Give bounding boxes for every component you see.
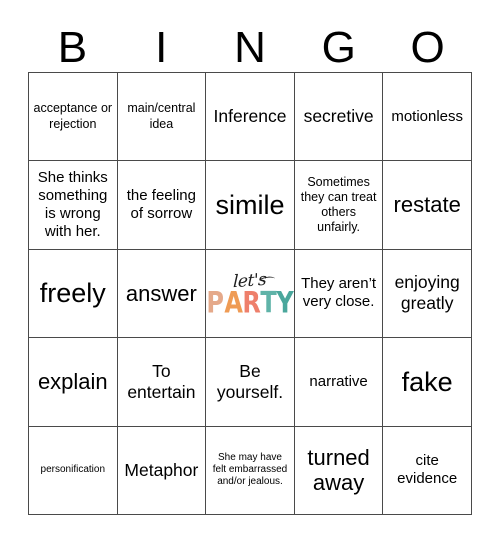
bingo-cell-label: narrative <box>309 372 368 390</box>
bingo-cell-label: She may have felt embarrassed and/or jea… <box>212 452 288 488</box>
bingo-cell-label: explain <box>37 369 108 395</box>
bingo-cell-o1[interactable]: motionless <box>383 73 472 162</box>
bingo-header-letter-n: N <box>234 23 266 72</box>
lets-party-art: let's P A R T Y <box>207 265 294 321</box>
bingo-header: B I N G O <box>28 18 472 72</box>
bingo-cell-label: freely <box>39 278 106 309</box>
bingo-cell-label: enjoying greatly <box>394 272 460 314</box>
party-letter-y: Y <box>276 284 294 320</box>
party-word-text: PARTY <box>206 284 294 320</box>
bingo-cell-label: main/central idea <box>127 101 196 131</box>
bingo-cell-label: answer <box>125 280 197 306</box>
bingo-cell-label: Be yourself. <box>216 360 284 402</box>
bingo-cell-label: secretive <box>303 106 374 127</box>
bingo-header-letter-o: O <box>410 23 445 72</box>
bingo-cell-g1[interactable]: secretive <box>294 73 384 162</box>
bingo-cell-n3-party-image[interactable]: let's P A R T Y <box>206 249 295 339</box>
bingo-cell-b2[interactable]: She thinks something is wrong with her. <box>29 161 118 250</box>
bingo-cell-g4[interactable]: narrative <box>294 338 384 427</box>
bingo-cell-label: turned away <box>307 444 370 496</box>
bingo-cell-o5[interactable]: cite evidence <box>383 426 472 515</box>
bingo-cell-label: restate <box>393 192 461 218</box>
bingo-cell-b4[interactable]: explain <box>29 338 118 427</box>
bingo-cell-label: motionless <box>391 107 464 125</box>
party-letter-t: T <box>260 284 277 320</box>
bingo-cell-label: the feeling of sorrow <box>126 186 196 223</box>
bingo-cell-label: Metaphor <box>124 459 199 480</box>
bingo-header-letter-g: G <box>321 23 356 72</box>
bingo-cell-label: Inference <box>213 106 287 127</box>
bingo-cell-label: She thinks something is wrong with her. <box>37 168 108 241</box>
bingo-cell-label: They aren’t very close. <box>301 275 377 311</box>
bingo-cell-i5[interactable]: Metaphor <box>117 426 207 515</box>
bingo-cell-label: To entertain <box>127 360 196 402</box>
bingo-cell-o3[interactable]: enjoying greatly <box>383 249 472 339</box>
party-letter-r: R <box>242 284 261 320</box>
bingo-cell-label: simile <box>215 189 285 220</box>
bingo-cell-n1[interactable]: Inference <box>206 73 295 162</box>
bingo-cell-n5[interactable]: She may have felt embarrassed and/or jea… <box>206 426 295 515</box>
bingo-cell-i2[interactable]: the feeling of sorrow <box>117 161 207 250</box>
bingo-cell-i1[interactable]: main/central idea <box>117 73 207 162</box>
party-letter-a: A <box>224 284 243 320</box>
bingo-cell-g5[interactable]: turned away <box>294 426 384 515</box>
bingo-header-letter-i: I <box>155 23 168 72</box>
party-letter-p: P <box>206 284 225 320</box>
bingo-cell-i3[interactable]: answer <box>117 249 207 339</box>
bingo-cell-label: acceptance or rejection <box>33 101 113 131</box>
bingo-header-letter-b: B <box>57 23 88 72</box>
bingo-cell-g3[interactable]: They aren’t very close. <box>294 249 384 339</box>
bingo-cell-label: Sometimes they can treat others unfairly… <box>300 174 377 235</box>
bingo-cell-b5[interactable]: personification <box>29 426 118 515</box>
bingo-cell-i4[interactable]: To entertain <box>117 338 207 427</box>
bingo-cell-g2[interactable]: Sometimes they can treat others unfairly… <box>294 161 384 250</box>
bingo-cell-n2[interactable]: simile <box>206 161 295 250</box>
bingo-cell-b3[interactable]: freely <box>29 249 118 339</box>
bingo-cell-n4[interactable]: Be yourself. <box>206 338 295 427</box>
bingo-cell-b1[interactable]: acceptance or rejection <box>29 73 118 162</box>
bingo-card: B I N G O acceptance or rejection main/ce… <box>0 0 500 544</box>
bingo-cell-o2[interactable]: restate <box>383 161 472 250</box>
bingo-cell-label: personification <box>40 464 106 476</box>
bingo-cell-o4[interactable]: fake <box>383 338 472 427</box>
bingo-cell-label: fake <box>401 366 453 397</box>
bingo-cell-label: cite evidence <box>397 452 458 488</box>
bingo-grid: acceptance or rejection main/central idea… <box>28 72 472 515</box>
